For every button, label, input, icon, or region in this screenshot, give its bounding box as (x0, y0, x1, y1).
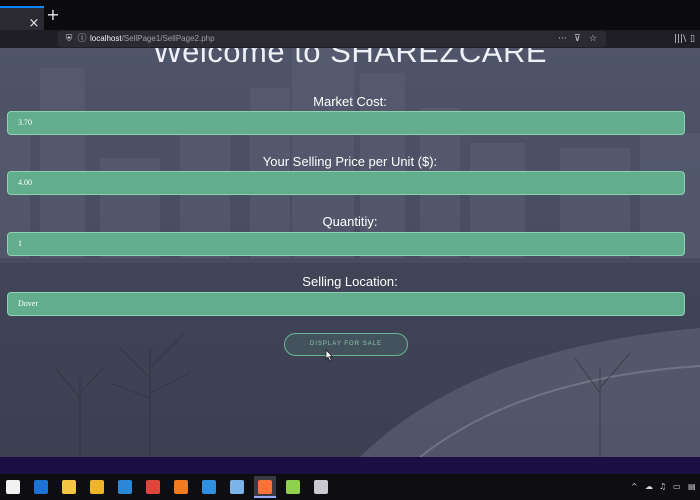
desktop-strip (0, 457, 700, 474)
taskbar-mail-button[interactable] (114, 476, 136, 498)
taskbar-calendar-app-button[interactable] (30, 476, 52, 498)
selling-price-input[interactable]: 4.00 (7, 171, 685, 195)
taskbar-chrome-button[interactable] (142, 476, 164, 498)
url-bar[interactable]: ⛨ ⓘ localhost/SellPage1/SellPage2.php ··… (58, 31, 606, 47)
network-icon[interactable]: ☁ (645, 480, 653, 494)
file-explorer-icon (90, 480, 104, 494)
taskbar-file-explorer-button[interactable] (86, 476, 108, 498)
page-title: Welcome to SHAREZCARE (152, 48, 548, 69)
taskbar-xampp-button[interactable] (170, 476, 192, 498)
url-path: /SellPage1/SellPage2.php (121, 34, 215, 43)
chrome-icon (146, 480, 160, 494)
battery-icon[interactable]: ▭ (673, 480, 681, 494)
info-icon[interactable]: ⓘ (77, 34, 87, 44)
calendar-app-icon (34, 480, 48, 494)
library-icon[interactable]: |||\ (674, 32, 686, 46)
taskbar-vscode-button[interactable] (198, 476, 220, 498)
sidebar-icon[interactable]: ▯ (690, 32, 695, 46)
firefox-icon (258, 480, 272, 494)
active-tab[interactable]: × (0, 6, 44, 30)
url-host: localhost (90, 34, 122, 43)
show-hidden-icons-icon[interactable]: ^ (631, 480, 638, 494)
selling-location-input[interactable]: Dover (7, 292, 685, 316)
close-tab-icon[interactable]: × (28, 17, 40, 30)
git-icon (286, 480, 300, 494)
taskbar-notepad-button[interactable] (226, 476, 248, 498)
sticky-notes-icon (62, 480, 76, 494)
new-tab-icon[interactable]: + (46, 7, 60, 23)
selling-location-label: Selling Location: (302, 274, 398, 289)
market-cost-label: Market Cost: (313, 94, 387, 109)
notifications-icon[interactable]: ▤ (688, 480, 696, 494)
mouse-cursor-icon (325, 349, 334, 362)
pocket-icon[interactable]: ⊽ (574, 33, 581, 45)
taskbar-steam-button[interactable] (310, 476, 332, 498)
taskbar-git-button[interactable] (282, 476, 304, 498)
vscode-icon (202, 480, 216, 494)
taskbar-sticky-notes-button[interactable] (58, 476, 80, 498)
notepad-icon (230, 480, 244, 494)
tab-strip (0, 0, 700, 30)
volume-icon[interactable]: ♫ (659, 480, 666, 494)
store-icon (6, 480, 20, 494)
quantity-input[interactable]: 1 (7, 232, 685, 256)
taskbar-firefox-button[interactable] (254, 476, 276, 498)
taskbar-store-button[interactable] (2, 476, 24, 498)
page-actions-icon[interactable]: ··· (558, 33, 567, 45)
page-viewport: Welcome to SHAREZCARE Market Cost: 3.70 … (0, 48, 700, 457)
display-for-sale-button[interactable]: DISPLAY FOR SALE (284, 333, 408, 356)
steam-icon (314, 480, 328, 494)
xampp-icon (174, 480, 188, 494)
quantity-label: Quantitiy: (322, 214, 378, 229)
selling-price-label: Your Selling Price per Unit ($): (262, 154, 438, 169)
shield-icon[interactable]: ⛨ (64, 34, 74, 44)
market-cost-input[interactable]: 3.70 (7, 111, 685, 135)
url-text[interactable]: localhost/SellPage1/SellPage2.php (90, 33, 215, 45)
mail-icon (118, 480, 132, 494)
bookmark-star-icon[interactable]: ☆ (589, 33, 597, 45)
